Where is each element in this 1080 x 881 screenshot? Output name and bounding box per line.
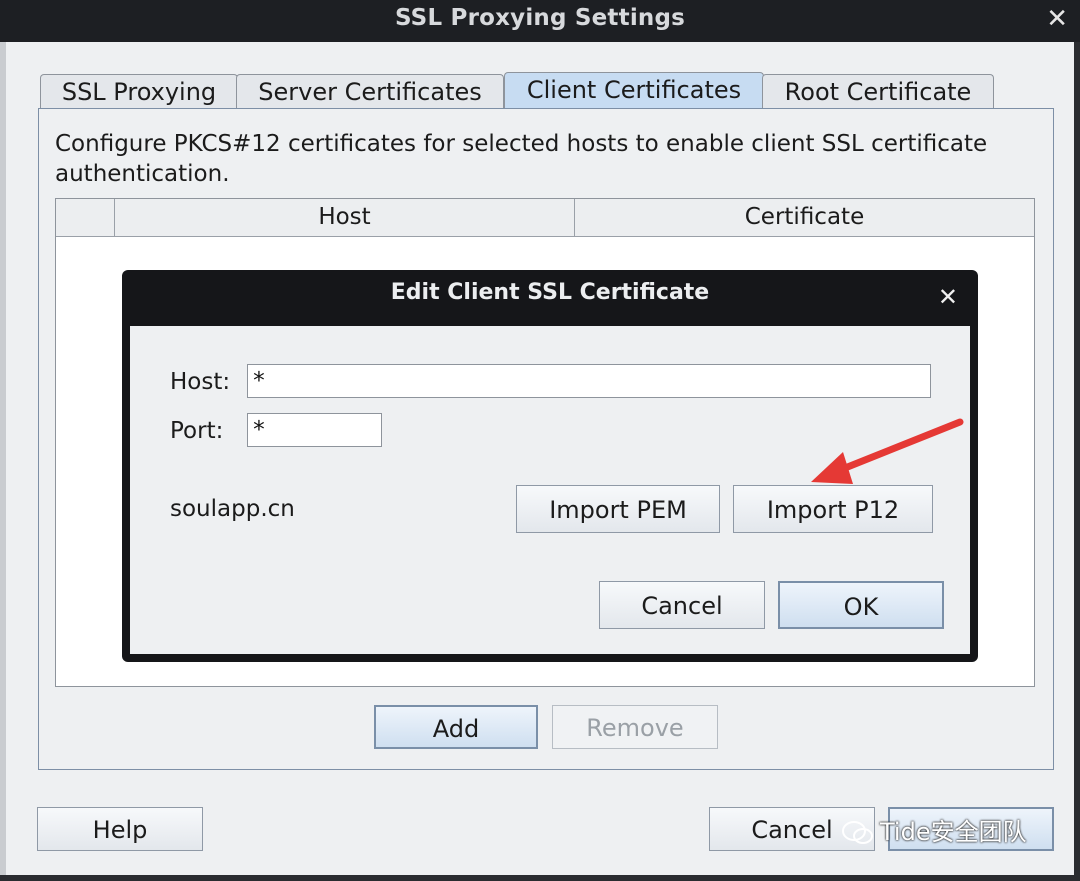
ssl-proxying-settings-window: SSL Proxying Settings ✕ SSL Proxying Ser… xyxy=(0,0,1080,881)
column-header-certificate[interactable]: Certificate xyxy=(575,199,1034,236)
dialog-body: Host: * Port: * soulapp.cn Import PEM Im… xyxy=(130,326,970,654)
window-title: SSL Proxying Settings xyxy=(394,5,686,31)
panel-description: Configure PKCS#12 certificates for selec… xyxy=(55,131,988,187)
import-p12-button[interactable]: Import P12 xyxy=(733,485,933,533)
window-titlebar: SSL Proxying Settings ✕ xyxy=(0,0,1080,42)
column-header-host[interactable]: Host xyxy=(115,199,575,236)
host-input[interactable]: * xyxy=(247,364,931,398)
window-close-icon[interactable]: ✕ xyxy=(1046,4,1068,34)
port-input[interactable]: * xyxy=(247,413,382,447)
dialog-ok-button[interactable]: OK xyxy=(778,581,944,629)
host-label: Host: xyxy=(170,369,231,395)
remove-button[interactable]: Remove xyxy=(552,705,718,749)
wechat-icon xyxy=(842,821,873,844)
bottom-border xyxy=(0,875,1080,881)
tab-root-certificate[interactable]: Root Certificate xyxy=(762,74,994,109)
dialog-cancel-button[interactable]: Cancel xyxy=(599,581,765,629)
dialog-title: Edit Client SSL Certificate xyxy=(390,280,710,305)
port-label: Port: xyxy=(170,418,224,444)
right-border xyxy=(1074,42,1080,881)
tab-server-certificates[interactable]: Server Certificates xyxy=(236,74,504,109)
tab-ssl-proxying[interactable]: SSL Proxying xyxy=(40,74,238,109)
column-header-enabled[interactable] xyxy=(56,199,115,236)
tab-client-certificates[interactable]: Client Certificates xyxy=(504,72,764,109)
watermark: Tide安全团队 xyxy=(834,806,1068,858)
table-header: Host Certificate xyxy=(56,199,1034,237)
help-button[interactable]: Help xyxy=(37,807,203,851)
current-certificate-name: soulapp.cn xyxy=(170,496,295,522)
import-pem-button[interactable]: Import PEM xyxy=(516,485,720,533)
watermark-text: Tide安全团队 xyxy=(880,818,1027,846)
edit-client-ssl-certificate-dialog: Edit Client SSL Certificate ✕ Host: * Po… xyxy=(122,270,978,662)
add-button[interactable]: Add xyxy=(374,705,538,749)
dialog-close-icon[interactable]: ✕ xyxy=(938,283,958,311)
